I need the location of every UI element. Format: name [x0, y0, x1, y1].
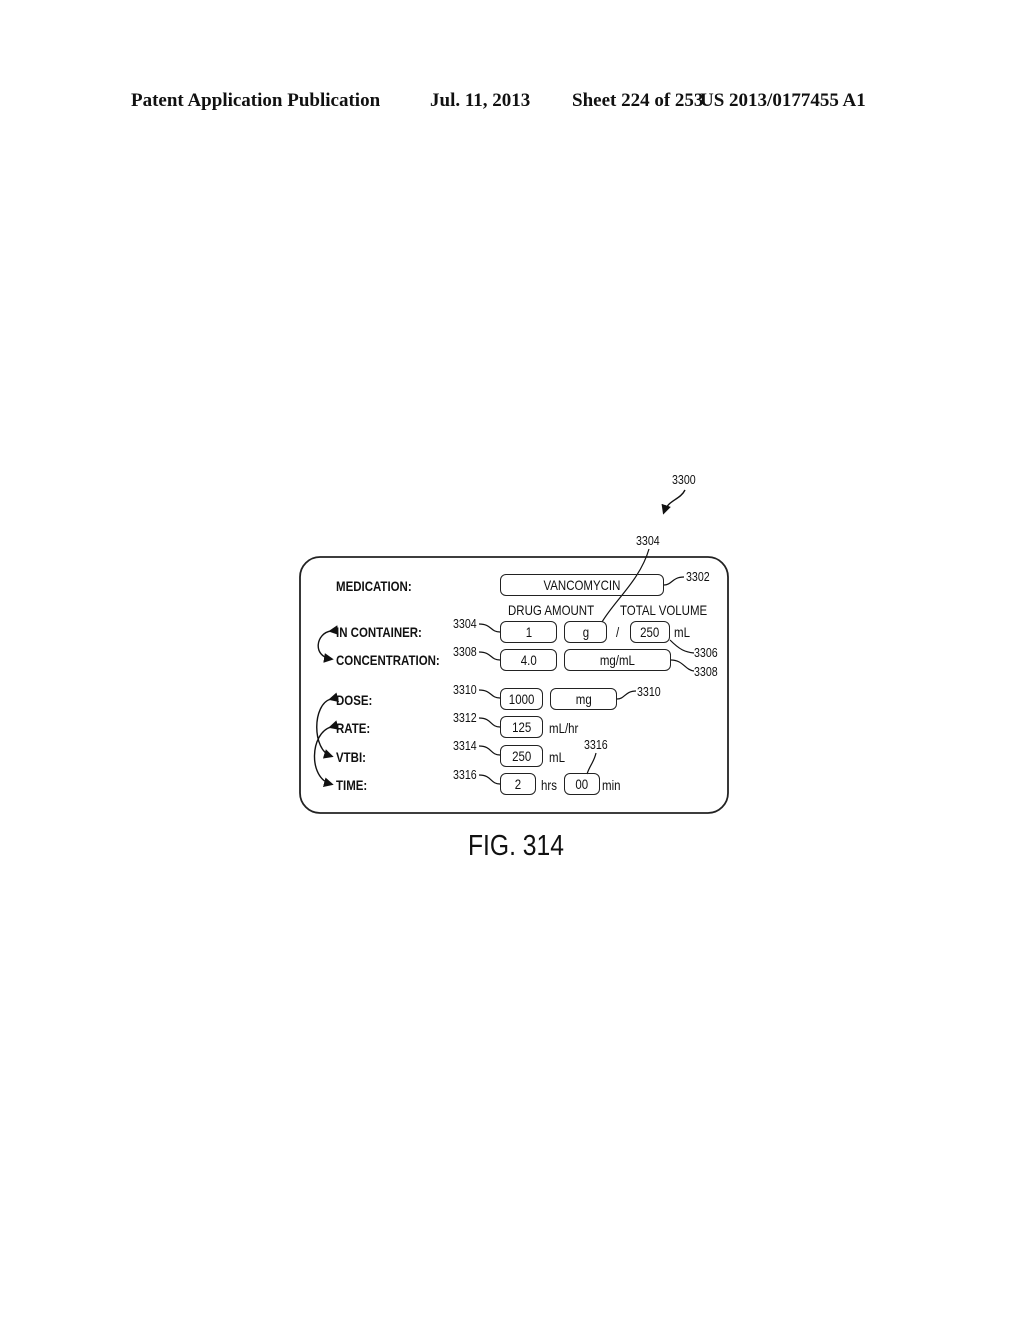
leader-3306 [669, 639, 695, 654]
volume-separator: / [616, 624, 620, 640]
vtbi-field[interactable]: 250 [500, 745, 543, 767]
hours-unit: hrs [541, 777, 557, 793]
ref-3310-right: 3310 [637, 684, 661, 699]
leader-3302 [663, 576, 685, 586]
time-minutes-field[interactable]: 00 [564, 773, 600, 795]
ref-3310-left: 3310 [453, 682, 477, 697]
concentration-value: 4.0 [520, 652, 537, 668]
ref-3300: 3300 [672, 472, 696, 487]
ref-3302: 3302 [686, 569, 710, 584]
ref-3308-right: 3308 [694, 664, 718, 679]
ref-3316-left: 3316 [453, 767, 477, 782]
leader-3312-left [478, 717, 501, 728]
dose-value: 1000 [508, 691, 535, 707]
vtbi-value: 250 [511, 748, 532, 764]
ref-3300-arrow [661, 489, 686, 515]
rate-field[interactable]: 125 [500, 716, 543, 738]
time-hours-value: 2 [514, 776, 522, 792]
medication-field[interactable]: VANCOMYCIN [500, 574, 664, 596]
figure-caption: FIG. 314 [468, 830, 564, 862]
in-container-label: IN CONTAINER: [336, 624, 422, 640]
leader-3310-right [616, 690, 637, 700]
leader-3310-left [478, 689, 501, 699]
total-volume-unit: mL [674, 624, 690, 640]
time-minutes-value: 00 [575, 776, 589, 792]
time-hours-field[interactable]: 2 [500, 773, 536, 795]
ref-3308-left: 3308 [453, 644, 477, 659]
drug-unit-field[interactable]: g [564, 621, 607, 643]
ref-3304-left: 3304 [453, 616, 477, 631]
ref-3304-top: 3304 [636, 533, 660, 548]
total-volume-header: TOTAL VOLUME [620, 602, 708, 618]
minutes-unit: min [602, 777, 621, 793]
dose-unit-field[interactable]: mg [550, 688, 617, 710]
ref-3314: 3314 [453, 738, 477, 753]
ref-3312: 3312 [453, 710, 477, 725]
total-volume-field[interactable]: 250 [630, 621, 670, 643]
leader-3308-left [478, 651, 501, 661]
rate-value: 125 [511, 719, 532, 735]
dose-unit-value: mg [575, 691, 592, 707]
dose-field[interactable]: 1000 [500, 688, 543, 710]
concentration-label: CONCENTRATION: [336, 652, 440, 668]
medication-label: MEDICATION: [336, 578, 412, 594]
medication-value: VANCOMYCIN [543, 577, 621, 593]
rate-label: RATE: [336, 720, 371, 736]
arrow-in-container-concentration [317, 625, 339, 663]
ref-3316-top: 3316 [584, 737, 608, 752]
leader-3316-top [586, 752, 597, 775]
total-volume-value: 250 [640, 624, 660, 640]
drug-amount-field[interactable]: 1 [500, 621, 557, 643]
drug-amount-value: 1 [525, 624, 532, 640]
rate-unit: mL/hr [549, 720, 579, 736]
vtbi-unit: mL [549, 749, 565, 765]
leader-3304-left [478, 623, 501, 633]
time-label: TIME: [336, 777, 368, 793]
leader-3316-left [478, 774, 501, 785]
concentration-unit-field[interactable]: mg/mL [564, 649, 671, 671]
vtbi-label: VTBI: [336, 749, 366, 765]
dose-label: DOSE: [336, 692, 373, 708]
drug-unit-value: g [582, 624, 589, 640]
concentration-unit-value: mg/mL [599, 652, 636, 668]
leader-3314-left [478, 745, 501, 756]
leader-3308-right [670, 659, 695, 672]
ref-3306: 3306 [694, 645, 718, 660]
drug-amount-header: DRUG AMOUNT [508, 602, 595, 618]
concentration-field[interactable]: 4.0 [500, 649, 557, 671]
